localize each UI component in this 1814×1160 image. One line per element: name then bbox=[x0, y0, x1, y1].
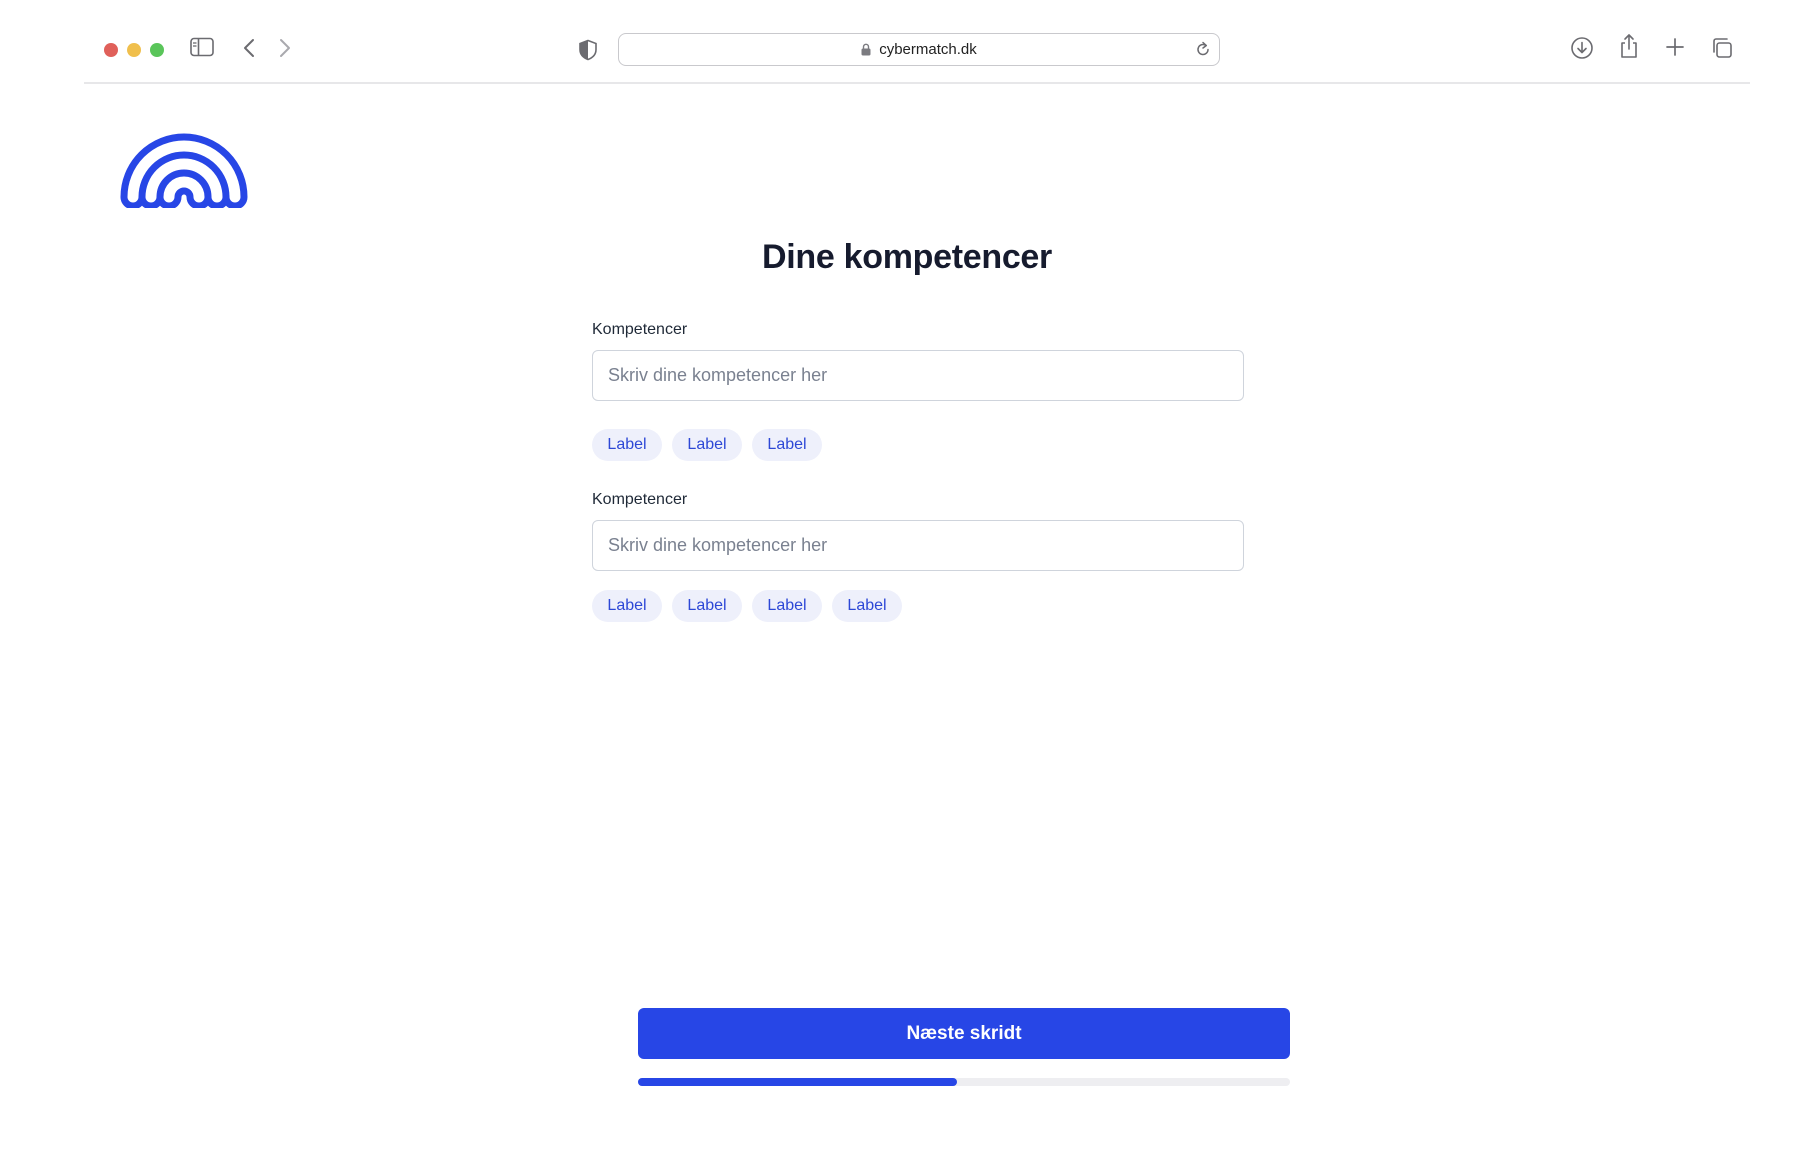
close-window-button[interactable] bbox=[104, 43, 118, 57]
competencies-chip-list-1: Label Label Label bbox=[592, 429, 822, 461]
competencies-input-1[interactable] bbox=[592, 350, 1244, 401]
competency-chip[interactable]: Label bbox=[752, 590, 822, 622]
tabs-overview-icon[interactable] bbox=[1710, 36, 1734, 60]
competencies-chip-list-2: Label Label Label Label bbox=[592, 590, 902, 622]
competencies-label-2: Kompetencer bbox=[592, 491, 688, 508]
back-icon[interactable] bbox=[242, 37, 256, 59]
page-title: Dine kompetencer bbox=[762, 238, 1052, 276]
download-icon[interactable] bbox=[1570, 36, 1594, 60]
progress-bar-fill bbox=[638, 1078, 958, 1086]
share-icon[interactable] bbox=[1618, 33, 1640, 59]
browser-toolbar: cybermatch.dk bbox=[84, 0, 1750, 84]
window-controls bbox=[104, 43, 164, 57]
progress-bar bbox=[638, 1078, 1290, 1086]
forward-icon[interactable] bbox=[278, 37, 292, 59]
competency-chip[interactable]: Label bbox=[592, 429, 662, 461]
address-bar[interactable]: cybermatch.dk bbox=[618, 33, 1220, 66]
lock-icon bbox=[861, 43, 871, 56]
maximize-window-button[interactable] bbox=[150, 43, 164, 57]
sidebar-icon[interactable] bbox=[190, 37, 214, 57]
competencies-input-2[interactable] bbox=[592, 520, 1244, 571]
fingerprint-logo[interactable] bbox=[114, 112, 254, 213]
competency-chip[interactable]: Label bbox=[592, 590, 662, 622]
minimize-window-button[interactable] bbox=[127, 43, 141, 57]
competencies-label-1: Kompetencer bbox=[592, 321, 688, 338]
competency-chip[interactable]: Label bbox=[752, 429, 822, 461]
competency-chip[interactable]: Label bbox=[672, 429, 742, 461]
competency-chip[interactable]: Label bbox=[832, 590, 902, 622]
url-text: cybermatch.dk bbox=[879, 41, 977, 58]
shield-icon[interactable] bbox=[578, 39, 598, 61]
next-step-button[interactable]: Næste skridt bbox=[638, 1008, 1290, 1059]
competency-chip[interactable]: Label bbox=[672, 590, 742, 622]
new-tab-icon[interactable] bbox=[1664, 36, 1686, 58]
reload-icon[interactable] bbox=[1195, 40, 1211, 62]
